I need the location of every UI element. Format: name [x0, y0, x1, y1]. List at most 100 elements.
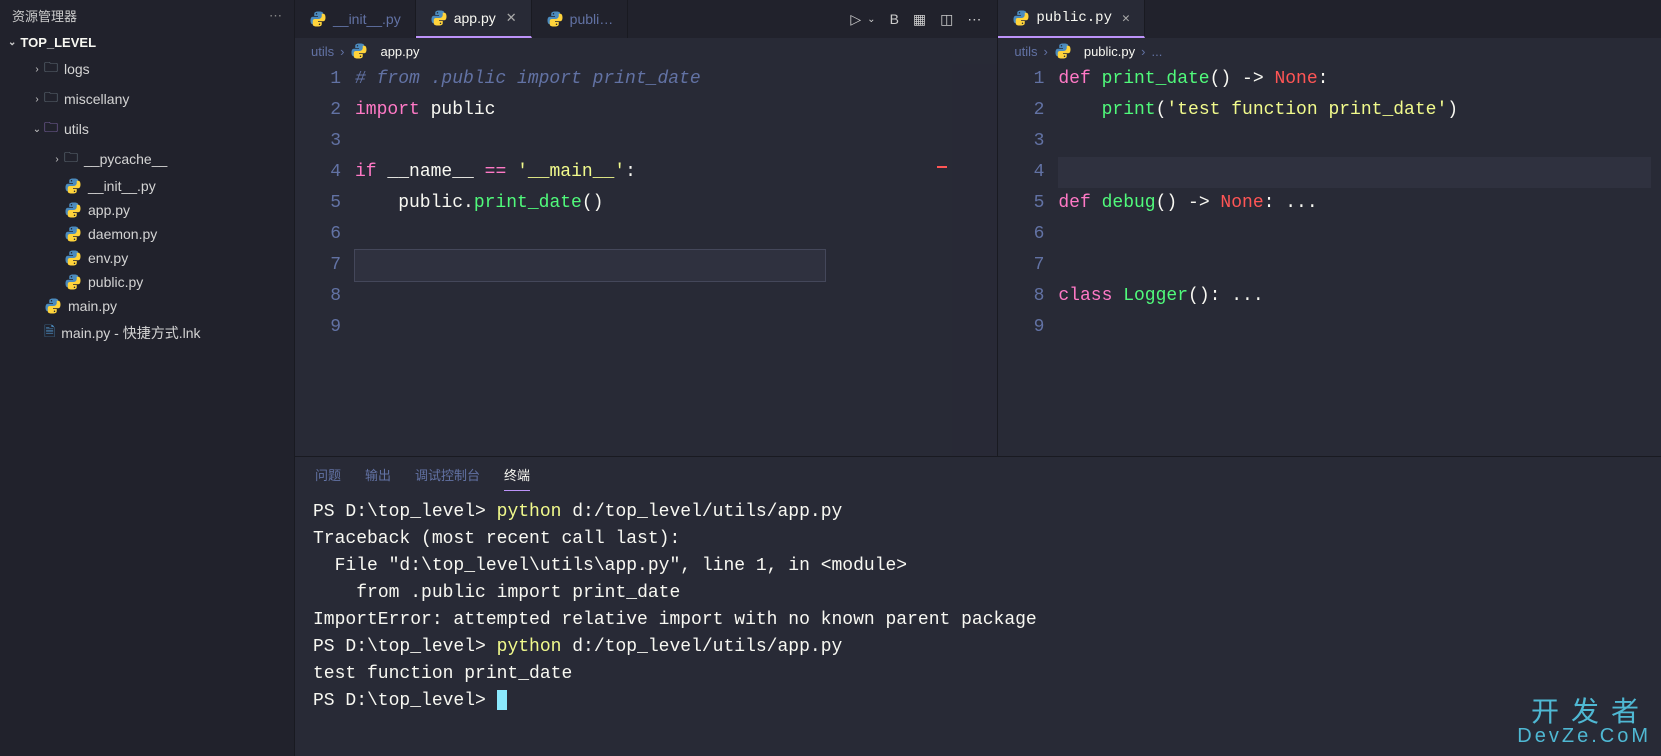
tree-item-logs[interactable]: ›🗀logs	[0, 54, 294, 84]
tab-app.py[interactable]: app.py✕	[416, 0, 532, 38]
chevron-icon: ›	[30, 64, 44, 75]
panel-tab-调试控制台[interactable]: 调试控制台	[415, 465, 480, 491]
python-icon	[350, 42, 368, 60]
split-icon[interactable]: ◫	[940, 11, 953, 28]
code-line[interactable]: class Logger(): ...	[1058, 281, 1651, 312]
line-number: 3	[295, 126, 341, 157]
tree-item-label: logs	[64, 61, 90, 77]
project-root[interactable]: ⌄ TOP_LEVEL	[0, 31, 294, 54]
tab-__init__.py[interactable]: __init__.py	[295, 0, 416, 38]
close-icon[interactable]: ✕	[506, 10, 517, 26]
tabbar-left: __init__.py app.py✕ publi… ▷ ⌄ B ▦ ◫ ⋯	[295, 0, 997, 38]
breadcrumb-current: public.py	[1084, 44, 1135, 59]
code-line[interactable]	[355, 312, 987, 343]
more-icon[interactable]: ⋯	[269, 8, 282, 24]
watermark: 开发者 DevZe.CoM	[1517, 698, 1651, 746]
terminal-line: from .public import print_date	[313, 580, 1643, 607]
code-line[interactable]	[1058, 126, 1651, 157]
line-number: 8	[295, 281, 341, 312]
more-icon[interactable]: ⋯	[967, 11, 981, 28]
tree-item-daemon.py[interactable]: daemon.py	[0, 222, 294, 246]
line-number: 6	[295, 219, 341, 250]
bold-icon[interactable]: B	[890, 11, 899, 27]
terminal[interactable]: PS D:\top_level> python d:/top_level/uti…	[295, 491, 1661, 756]
explorer-title: 资源管理器	[12, 6, 77, 25]
terminal-line: PS D:\top_level> python d:/top_level/uti…	[313, 634, 1643, 661]
panel-tab-输出[interactable]: 输出	[365, 465, 391, 491]
panel-tab-终端[interactable]: 终端	[504, 465, 530, 491]
python-icon	[309, 10, 327, 28]
tree-item-utils[interactable]: ⌄🗀utils	[0, 114, 294, 144]
tree-item-main.py[interactable]: main.py	[0, 294, 294, 318]
code-line[interactable]: # from .public import print_date	[355, 64, 987, 95]
tree-item-env.py[interactable]: env.py	[0, 246, 294, 270]
python-icon	[546, 10, 564, 28]
explorer-sidebar: 资源管理器 ⋯ ⌄ TOP_LEVEL ›🗀logs›🗀miscellany⌄🗀…	[0, 0, 295, 756]
code-line[interactable]: import public	[355, 95, 987, 126]
tab-label: __init__.py	[333, 11, 401, 27]
tree-item-main.py - 快捷方式.lnk[interactable]: 🗎main.py - 快捷方式.lnk	[0, 318, 294, 348]
tree-item-miscellany[interactable]: ›🗀miscellany	[0, 84, 294, 114]
breadcrumb-right[interactable]: utils › public.py › ...	[998, 38, 1661, 64]
code-line[interactable]	[355, 281, 987, 312]
line-number: 1	[295, 64, 341, 95]
terminal-line: PS D:\top_level>	[313, 688, 1643, 715]
project-name: TOP_LEVEL	[20, 35, 96, 50]
tree-item-__init__.py[interactable]: __init__.py	[0, 174, 294, 198]
chevron-down-icon[interactable]: ⌄	[867, 14, 875, 25]
code-line[interactable]: public.print_date()	[355, 188, 987, 219]
code-line[interactable]: print('test function print_date')	[1058, 95, 1651, 126]
breadcrumb-segment: ...	[1152, 44, 1163, 59]
chevron-icon: ›	[30, 94, 44, 105]
breadcrumb-left[interactable]: utils › app.py	[295, 38, 997, 64]
breadcrumb-current: app.py	[380, 44, 419, 59]
code-line[interactable]	[1058, 312, 1651, 343]
gutter: 123456789	[295, 64, 355, 456]
run-icon[interactable]: ▷	[850, 11, 861, 28]
line-number: 9	[998, 312, 1044, 343]
code-editor-left[interactable]: 123456789 # from .public import print_da…	[295, 64, 997, 456]
bottom-panel: 问题输出调试控制台终端 PS D:\top_level> python d:/t…	[295, 456, 1661, 756]
chevron-right-icon: ›	[1141, 44, 1145, 59]
tree-item-public.py[interactable]: public.py	[0, 270, 294, 294]
python-icon	[64, 201, 82, 219]
binary-icon[interactable]: ▦	[913, 11, 926, 28]
tabbar-right: public.py✕	[998, 0, 1661, 38]
terminal-line: Traceback (most recent call last):	[313, 526, 1643, 553]
explorer-header: 资源管理器 ⋯	[0, 0, 294, 31]
terminal-cursor	[497, 690, 507, 710]
code-line[interactable]	[1058, 250, 1651, 281]
tab-label: publi…	[570, 11, 614, 27]
code-line[interactable]	[355, 219, 987, 250]
code-line[interactable]	[355, 126, 987, 157]
code-line[interactable]	[1058, 157, 1651, 188]
editors-row: __init__.pyapp.py✕publi… ▷ ⌄ B ▦ ◫ ⋯ uti…	[295, 0, 1661, 456]
line-number: 1	[998, 64, 1044, 95]
minimap[interactable]	[952, 64, 997, 456]
tab-publi…[interactable]: publi…	[532, 0, 629, 38]
code-lines[interactable]: def print_date() -> None: print('test fu…	[1058, 64, 1661, 456]
tab-public.py[interactable]: public.py✕	[998, 0, 1144, 38]
line-number: 4	[295, 157, 341, 188]
code-line[interactable]: if __name__ == '__main__':	[355, 157, 987, 188]
tree-item-label: daemon.py	[88, 226, 157, 242]
tree-item-app.py[interactable]: app.py	[0, 198, 294, 222]
line-number: 7	[998, 250, 1044, 281]
code-line[interactable]	[1058, 219, 1651, 250]
code-line[interactable]: def debug() -> None: ...	[1058, 188, 1651, 219]
tree-item-__pycache__[interactable]: ›🗀__pycache__	[0, 144, 294, 174]
main-area: __init__.pyapp.py✕publi… ▷ ⌄ B ▦ ◫ ⋯ uti…	[295, 0, 1661, 756]
panel-tab-问题[interactable]: 问题	[315, 465, 341, 491]
tree-item-label: public.py	[88, 274, 143, 290]
chevron-down-icon: ⌄	[8, 37, 16, 48]
code-line[interactable]: def print_date() -> None:	[1058, 64, 1651, 95]
code-line[interactable]	[355, 250, 987, 281]
panel-tabs: 问题输出调试控制台终端	[295, 457, 1661, 491]
chevron-icon: ›	[50, 154, 64, 165]
tree-item-label: utils	[64, 121, 89, 137]
line-number: 2	[998, 95, 1044, 126]
chevron-right-icon: ›	[1044, 44, 1048, 59]
code-editor-right[interactable]: 123456789 def print_date() -> None: prin…	[998, 64, 1661, 456]
code-lines[interactable]: # from .public import print_dateimport p…	[355, 64, 997, 456]
close-icon[interactable]: ✕	[1122, 11, 1130, 26]
